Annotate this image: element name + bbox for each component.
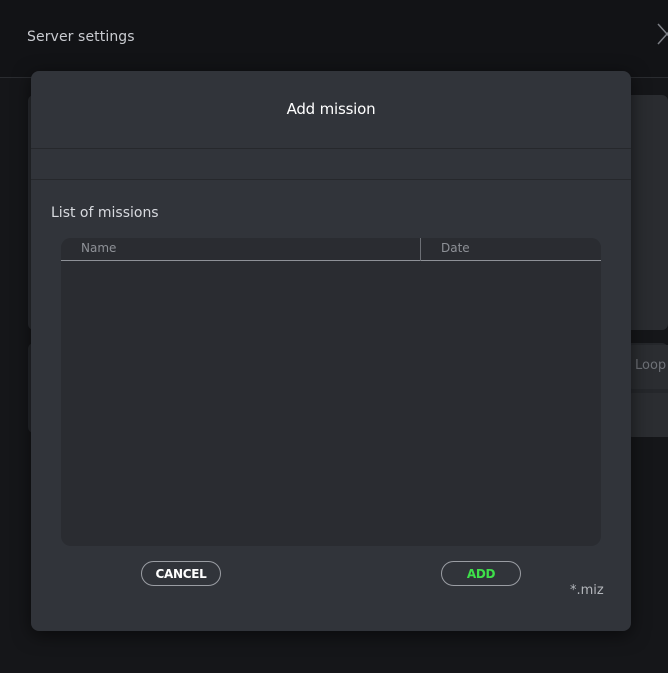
column-header-date[interactable]: Date [441,241,470,255]
divider [31,148,631,149]
add-button[interactable]: ADD [441,561,521,586]
table-header: Name Date [61,238,601,261]
column-separator[interactable] [420,238,421,261]
missions-list-label: List of missions [51,205,159,221]
missions-table[interactable]: Name Date [61,238,601,546]
table-body[interactable] [61,262,601,546]
divider [31,179,631,180]
loop-label: Loop [635,358,667,373]
cancel-button[interactable]: CANCEL [141,561,221,586]
close-icon[interactable] [654,20,668,46]
dialog-title: Add mission [286,100,376,118]
file-filter-label: *.miz [570,583,604,598]
column-header-name[interactable]: Name [81,241,116,255]
window-title: Server settings [27,29,135,45]
add-mission-dialog: Add mission List of missions Name Date C… [31,71,631,631]
background-row [628,393,668,437]
